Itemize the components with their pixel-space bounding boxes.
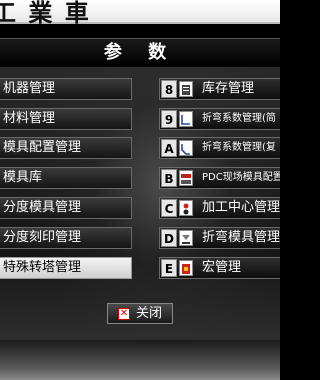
dialog-header: 参 数 (0, 38, 280, 68)
button-label: 折弯系数管理(复 (202, 142, 276, 153)
material-management-button[interactable]: 材料管理 (0, 108, 132, 130)
button-label: 库存管理 (202, 81, 255, 96)
button-label: 机器管理 (3, 81, 56, 96)
bend-coefficient-simple-button[interactable]: 9 折弯系数管理(简 (159, 108, 280, 130)
macro-icon (179, 260, 193, 276)
top-bar: 工 業 車 (0, 0, 280, 27)
key-badge: D (161, 229, 177, 247)
button-label: 特殊转塔管理 (3, 260, 82, 275)
key-badge: E (161, 259, 177, 277)
inventory-button[interactable]: 8 库存管理 (159, 78, 280, 100)
index-die-button[interactable]: 分度模具管理 (0, 197, 132, 219)
index-marking-button[interactable]: 分度刻印管理 (0, 227, 132, 249)
bend-complex-icon (179, 140, 193, 156)
pdc-die-configuration-button[interactable]: B PDC现场模具配置 (159, 167, 280, 189)
bend-coefficient-complex-button[interactable]: A 折弯系数管理(复 (159, 137, 280, 159)
button-label: 分度模具管理 (3, 200, 82, 215)
key-badge: C (161, 199, 177, 217)
button-label: 折弯系数管理(简 (202, 113, 276, 124)
button-label: 模具配置管理 (3, 140, 82, 155)
bend-die-icon (179, 230, 193, 246)
bend-die-button[interactable]: D 折弯模具管理 (159, 227, 280, 249)
close-button[interactable]: ✕ 关闭 (107, 303, 173, 324)
bend-simple-icon (179, 111, 193, 127)
dialog-title: 参 数 (103, 42, 177, 63)
top-bar-title: 工 業 車 (0, 0, 91, 27)
macro-management-button[interactable]: E 宏管理 (159, 257, 280, 279)
key-badge: 9 (161, 110, 177, 128)
pdc-icon (179, 170, 193, 186)
machining-center-icon (179, 200, 193, 216)
inventory-icon (179, 81, 193, 97)
machining-center-button[interactable]: C 加工中心管理 (159, 197, 280, 219)
close-icon: ✕ (118, 308, 130, 320)
key-badge: B (161, 169, 177, 187)
die-library-button[interactable]: 模具库 (0, 167, 132, 189)
button-label: 材料管理 (3, 111, 56, 126)
button-label: 折弯模具管理 (202, 230, 280, 245)
button-label: 模具库 (3, 170, 43, 185)
button-label: PDC现场模具配置 (202, 172, 280, 183)
close-label: 关闭 (136, 306, 163, 321)
button-label: 分度刻印管理 (3, 230, 82, 245)
key-badge: 8 (161, 80, 177, 98)
special-turret-button[interactable]: 特殊转塔管理 (0, 257, 132, 279)
button-label: 加工中心管理 (202, 200, 280, 215)
die-configuration-button[interactable]: 模具配置管理 (0, 137, 132, 159)
machine-management-button[interactable]: 机器管理 (0, 78, 132, 100)
key-badge: A (161, 139, 177, 157)
panel-floor (0, 340, 280, 380)
button-label: 宏管理 (202, 260, 242, 275)
